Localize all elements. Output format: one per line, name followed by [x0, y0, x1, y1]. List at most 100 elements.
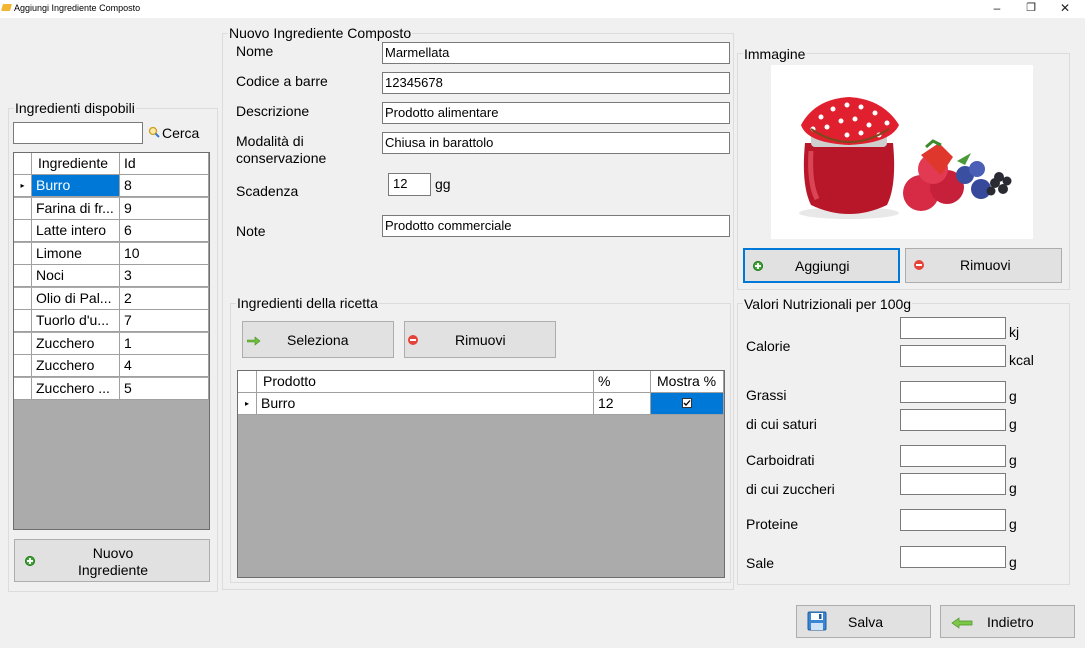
row-header[interactable] [14, 377, 32, 400]
ingredient-name-cell[interactable]: Zucchero [32, 355, 120, 377]
column-header-id[interactable]: Id [120, 153, 209, 175]
grid-header-row: Ingrediente Id [14, 153, 209, 175]
ingredient-name-cell[interactable]: Burro [32, 175, 120, 197]
column-header-mostra[interactable]: Mostra % [651, 371, 724, 393]
conservazione-label-line1: Modalità di [236, 133, 304, 149]
remove-icon [408, 335, 418, 345]
column-header-percent[interactable]: % [594, 371, 651, 393]
ingredient-id-cell[interactable]: 2 [120, 287, 209, 310]
recipe-row-header-corner [238, 371, 257, 393]
column-header-ingrediente[interactable]: Ingrediente [32, 153, 120, 175]
calorie-label: Calorie [746, 338, 791, 354]
ingredient-name-cell[interactable]: Tuorlo d'u... [32, 310, 120, 332]
image-add-button[interactable]: Aggiungi [743, 248, 900, 283]
scadenza-input[interactable]: 12 [388, 173, 431, 196]
table-row[interactable]: Olio di Pal... 2 [14, 287, 209, 310]
zuccheri-unit: g [1009, 480, 1017, 496]
row-header[interactable] [14, 242, 32, 265]
ingredient-name-cell[interactable]: Latte intero [32, 220, 120, 242]
restore-button[interactable]: ❐ [1016, 0, 1046, 18]
close-button[interactable]: ✕ [1050, 0, 1080, 18]
image-title: Immagine [743, 46, 807, 62]
scadenza-label: Scadenza [236, 183, 299, 199]
select-button[interactable]: Seleziona [242, 321, 394, 358]
sale-input[interactable] [900, 546, 1006, 568]
search-icon[interactable] [148, 125, 160, 138]
recipe-grid: Prodotto % Mostra % ▸ Burro 12 [237, 370, 725, 578]
nome-label: Nome [236, 43, 274, 59]
ingredient-name-cell[interactable]: Noci [32, 265, 120, 287]
ingredient-name-cell[interactable]: Zucchero ... [32, 377, 120, 400]
row-header[interactable] [14, 355, 32, 377]
back-button[interactable]: Indietro [940, 605, 1075, 638]
calorie-kj-input[interactable] [900, 317, 1006, 339]
row-header[interactable] [14, 287, 32, 310]
ingredient-id-cell[interactable]: 4 [120, 355, 209, 377]
conservazione-input[interactable]: Chiusa in barattolo [382, 132, 730, 154]
nome-input[interactable]: Marmellata [382, 42, 730, 64]
column-header-prodotto[interactable]: Prodotto [257, 371, 594, 393]
descrizione-input[interactable]: Prodotto alimentare [382, 102, 730, 124]
row-header[interactable] [14, 197, 32, 220]
table-row[interactable]: Noci 3 [14, 265, 209, 287]
new-ingredient-button[interactable]: Nuovo Ingrediente [14, 539, 210, 582]
grassi-input[interactable] [900, 381, 1006, 403]
mostra-checkbox[interactable] [682, 398, 692, 408]
ingredient-id-cell[interactable]: 10 [120, 242, 209, 265]
ingredient-id-cell[interactable]: 8 [120, 175, 209, 197]
table-row[interactable]: Zucchero 4 [14, 355, 209, 377]
recipe-cell-percent[interactable]: 12 [594, 393, 651, 415]
zuccheri-label: di cui zuccheri [746, 481, 835, 497]
kcal-unit: kcal [1009, 352, 1034, 368]
ingredients-grid: Ingrediente Id ▸ Burro 8 Farina di fr... 9 La… [13, 152, 210, 530]
row-header[interactable] [14, 310, 32, 332]
saturi-label: di cui saturi [746, 416, 817, 432]
save-button[interactable]: Salva [796, 605, 931, 638]
row-header[interactable] [14, 265, 32, 287]
saturi-unit: g [1009, 416, 1017, 432]
available-ingredients-title: Ingredienti dispobili [14, 100, 136, 116]
carboidrati-input[interactable] [900, 445, 1006, 467]
calorie-kcal-input[interactable] [900, 345, 1006, 367]
table-row[interactable]: Zucchero ... 5 [14, 377, 209, 400]
current-row-indicator: ▸ [238, 393, 257, 415]
table-row[interactable]: Zucchero 1 [14, 332, 209, 355]
recipe-remove-button[interactable]: Rimuovi [404, 321, 556, 358]
table-row[interactable]: Farina di fr... 9 [14, 197, 209, 220]
barcode-input[interactable]: 12345678 [382, 72, 730, 94]
table-row[interactable]: ▸ Burro 8 [14, 175, 209, 197]
barcode-label: Codice a barre [236, 73, 328, 89]
current-row-indicator[interactable]: ▸ [14, 175, 32, 197]
table-row[interactable]: Limone 10 [14, 242, 209, 265]
row-header[interactable] [14, 332, 32, 355]
proteine-input[interactable] [900, 509, 1006, 531]
arrow-right-icon [246, 333, 261, 346]
ingredient-id-cell[interactable]: 3 [120, 265, 209, 287]
app-icon [1, 4, 12, 11]
zuccheri-input[interactable] [900, 473, 1006, 495]
ingredient-name-cell[interactable]: Olio di Pal... [32, 287, 120, 310]
table-row[interactable]: Tuorlo d'u... 7 [14, 310, 209, 332]
ingredient-name-cell[interactable]: Limone [32, 242, 120, 265]
image-remove-button[interactable]: Rimuovi [905, 248, 1062, 283]
recipe-cell-mostra[interactable] [651, 393, 724, 415]
ingredient-id-cell[interactable]: 7 [120, 310, 209, 332]
ingredient-name-cell[interactable]: Farina di fr... [32, 197, 120, 220]
conservazione-label-line2: conservazione [236, 150, 327, 166]
grassi-label: Grassi [746, 387, 787, 403]
search-button[interactable]: Cerca [162, 125, 199, 141]
search-input[interactable] [13, 122, 143, 144]
ingredient-id-cell[interactable]: 6 [120, 220, 209, 242]
ingredient-id-cell[interactable]: 5 [120, 377, 209, 400]
ingredient-id-cell[interactable]: 9 [120, 197, 209, 220]
note-input[interactable]: Prodotto commerciale [382, 215, 730, 237]
row-header[interactable] [14, 220, 32, 242]
minimize-button[interactable]: – [982, 0, 1012, 18]
ingredient-id-cell[interactable]: 1 [120, 332, 209, 355]
table-row[interactable]: ▸ Burro 12 [238, 393, 724, 415]
ingredient-name-cell[interactable]: Zucchero [32, 332, 120, 355]
descrizione-label: Descrizione [236, 103, 310, 119]
table-row[interactable]: Latte intero 6 [14, 220, 209, 242]
saturi-input[interactable] [900, 409, 1006, 431]
recipe-cell-prodotto[interactable]: Burro [257, 393, 594, 415]
